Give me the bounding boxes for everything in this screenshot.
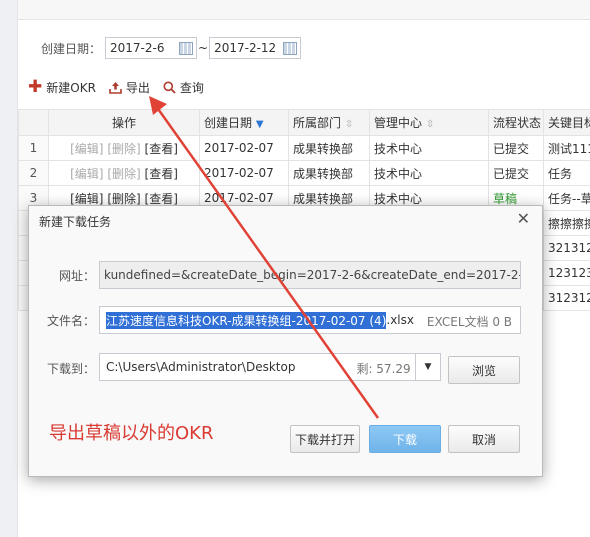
row-number: 2 bbox=[18, 160, 49, 186]
column-header-status: 流程状态 bbox=[488, 109, 544, 136]
query-label: 查询 bbox=[179, 80, 204, 95]
export-label: 导出 bbox=[125, 80, 150, 95]
table-header-row: 操作 创建日期 ▼ 所属部门 ⇳ 管理中心 ⇳ 流程状态 关键目标 bbox=[18, 109, 590, 136]
new-okr-label: 新建OKR bbox=[46, 80, 96, 95]
row-number-header bbox=[18, 109, 49, 136]
date-end-input[interactable]: 2017-2-12 bbox=[209, 37, 302, 59]
cancel-button[interactable]: 取消 bbox=[448, 425, 520, 453]
table-row: 1 [编辑] [删除] [查看] 2017-02-07 成果转换部 技术中心 已… bbox=[18, 135, 590, 161]
new-okr-button[interactable]: ✚ 新建OKR bbox=[28, 76, 96, 97]
cell-status: 已提交 bbox=[488, 160, 544, 186]
view-link[interactable]: [查看] bbox=[145, 142, 178, 156]
row-actions: [编辑] [删除] [查看] bbox=[48, 160, 200, 186]
filename-extension: .xlsx bbox=[386, 313, 414, 327]
sort-icon: ⇳ bbox=[344, 119, 354, 130]
date-end-value: 2017-2-12 bbox=[214, 41, 277, 55]
cell-date: 2017-02-07 bbox=[199, 135, 289, 161]
edit-link: [编辑] bbox=[70, 166, 104, 181]
filename-selected-text: 江苏速度信息科技OKR-成果转换组-2017-02-07 (4) bbox=[106, 311, 387, 329]
new-download-dialog: 新建下载任务 ✕ 网址： kundefined=&createDate_begi… bbox=[28, 205, 543, 477]
cell-goal: 123123 bbox=[543, 260, 590, 286]
sort-icon: ⇳ bbox=[425, 119, 435, 130]
toolbar: ✚ 新建OKR 导出 查询 bbox=[28, 77, 217, 97]
filename-input[interactable]: 江苏速度信息科技OKR-成果转换组-2017-02-07 (4) .xlsx EX… bbox=[99, 306, 521, 334]
close-icon[interactable]: ✕ bbox=[517, 209, 530, 228]
column-header-actions: 操作 bbox=[48, 109, 200, 136]
column-header-create-date-label: 创建日期 bbox=[204, 116, 253, 130]
sort-desc-icon: ▼ bbox=[255, 119, 264, 130]
export-icon bbox=[109, 81, 122, 94]
cell-goal: 312312 bbox=[543, 285, 590, 311]
annotation-note: 导出草稿以外的OKR bbox=[49, 423, 214, 444]
column-header-center-label: 管理中心 bbox=[374, 116, 423, 130]
cell-center: 技术中心 bbox=[369, 135, 489, 161]
search-icon bbox=[163, 81, 176, 94]
save-to-label: 下载到： bbox=[46, 362, 95, 376]
download-button[interactable]: 下载 bbox=[369, 425, 441, 453]
view-link[interactable]: [查看] bbox=[145, 167, 178, 181]
file-type-size: EXCEL文档 0 B bbox=[420, 313, 512, 330]
date-start-value: 2017-2-6 bbox=[110, 41, 165, 55]
dialog-title: 新建下载任务 bbox=[39, 215, 112, 229]
view-link[interactable]: [查看] bbox=[145, 192, 178, 206]
delete-link: [删除] bbox=[107, 166, 141, 181]
export-button[interactable]: 导出 bbox=[109, 79, 150, 96]
delete-link[interactable]: [删除] bbox=[107, 192, 140, 206]
left-sidebar-edge bbox=[0, 0, 18, 537]
cell-department: 成果转换部 bbox=[288, 135, 370, 161]
plus-icon: ✚ bbox=[28, 76, 43, 97]
cell-status: 已提交 bbox=[488, 135, 544, 161]
create-date-label: 创建日期： bbox=[41, 41, 102, 56]
save-path-input[interactable]: C:\Users\Administrator\Desktop 剩: 57.29 … bbox=[99, 353, 441, 381]
column-header-create-date[interactable]: 创建日期 ▼ bbox=[199, 109, 289, 136]
cell-goal: 任务 bbox=[543, 160, 590, 186]
download-and-open-button[interactable]: 下载并打开 bbox=[290, 425, 360, 453]
cell-goal: 测试111 bbox=[543, 135, 590, 161]
row-number: 1 bbox=[18, 135, 49, 161]
url-label: 网址： bbox=[58, 269, 95, 283]
table-row: 2 [编辑] [删除] [查看] 2017-02-07 成果转换部 技术中心 已… bbox=[18, 160, 590, 186]
query-button[interactable]: 查询 bbox=[163, 79, 204, 96]
url-value: kundefined=&createDate_begin=2017-2-6&cr… bbox=[104, 268, 521, 282]
delete-link: [删除] bbox=[107, 141, 141, 156]
filename-label: 文件名： bbox=[46, 314, 95, 328]
cell-goal: 擦擦擦擦 bbox=[543, 210, 590, 236]
date-separator: ~ bbox=[198, 41, 209, 55]
column-header-department[interactable]: 所属部门 ⇳ bbox=[288, 109, 370, 136]
top-header-strip bbox=[18, 0, 590, 20]
column-header-goal: 关键目标 bbox=[543, 109, 590, 136]
url-field: kundefined=&createDate_begin=2017-2-6&cr… bbox=[99, 261, 521, 289]
date-filter: 创建日期： 2017-2-6 ~ 2017-2-12 bbox=[41, 37, 302, 59]
save-path-value: C:\Users\Administrator\Desktop bbox=[106, 360, 296, 374]
column-header-department-label: 所属部门 bbox=[293, 116, 342, 130]
cell-date: 2017-02-07 bbox=[199, 160, 289, 186]
calendar-icon[interactable] bbox=[283, 42, 298, 55]
column-header-center[interactable]: 管理中心 ⇳ bbox=[369, 109, 489, 136]
cell-department: 成果转换部 bbox=[288, 160, 370, 186]
edit-link[interactable]: [编辑] bbox=[70, 192, 103, 206]
date-start-input[interactable]: 2017-2-6 bbox=[105, 37, 198, 59]
cell-goal: 321312 bbox=[543, 235, 590, 261]
cell-goal: 任务--草 bbox=[543, 185, 590, 211]
row-actions: [编辑] [删除] [查看] bbox=[48, 135, 200, 161]
cell-center: 技术中心 bbox=[369, 160, 489, 186]
browse-button[interactable]: 浏览 bbox=[448, 356, 520, 384]
edit-link: [编辑] bbox=[70, 141, 104, 156]
calendar-icon[interactable] bbox=[179, 42, 194, 55]
dropdown-arrow-icon[interactable]: ▼ bbox=[415, 353, 441, 381]
